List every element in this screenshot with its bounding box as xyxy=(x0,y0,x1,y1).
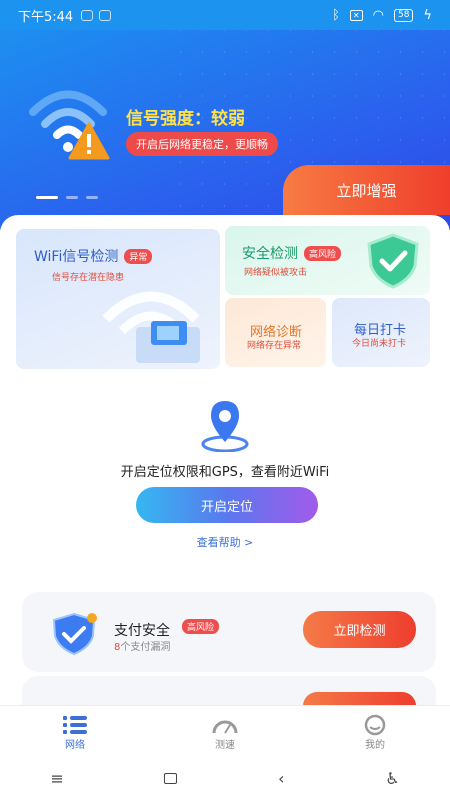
security-check-card[interactable]: 安全检测 高风险 网络疑似被攻击 xyxy=(225,226,430,295)
location-pin-icon xyxy=(201,401,249,452)
check-now-button[interactable]: 立即检测 xyxy=(303,611,416,648)
battery-icon: 58 xyxy=(393,8,414,22)
risk-badge: 高风险 xyxy=(182,619,220,634)
card-desc: 网络存在异常 xyxy=(247,341,302,351)
payment-shield-icon xyxy=(52,612,97,656)
tab-profile[interactable]: 我的 xyxy=(300,706,450,757)
profile-icon xyxy=(364,714,386,736)
back-icon[interactable]: ‹ xyxy=(278,769,284,788)
home-icon[interactable] xyxy=(164,773,178,784)
network-diagnosis-card[interactable]: 网络诊断 网络存在异常 xyxy=(225,298,326,367)
location-permission-text: 开启定位权限和GPS，查看附近WiFi xyxy=(120,465,330,480)
menu-icon[interactable]: ≡ xyxy=(50,769,63,788)
mute-icon: ✕ xyxy=(349,9,363,21)
boost-now-button[interactable]: 立即增强 xyxy=(283,165,450,215)
card-desc: 网络疑似被攻击 xyxy=(244,268,308,278)
tab-label: 测速 xyxy=(215,740,235,751)
carousel-dot xyxy=(86,196,98,199)
card-desc: 今日尚未打卡 xyxy=(352,339,407,349)
payment-vuln-count: 8个支付漏洞 xyxy=(114,638,170,653)
tab-label: 我的 xyxy=(365,740,385,751)
carousel-indicator xyxy=(36,196,98,199)
charging-icon: ϟ xyxy=(423,7,432,23)
card-title: 安全检测 xyxy=(242,246,298,262)
app-notification-icon xyxy=(99,9,112,21)
carousel-dot xyxy=(36,196,58,199)
carousel-dot xyxy=(66,196,78,199)
hero-subtitle-pill: 开启后网络更稳定，更顺畅 xyxy=(126,132,278,156)
help-link[interactable]: 查看帮助 > xyxy=(0,534,450,550)
wifi-router-illustration xyxy=(102,291,200,363)
wifi-warning-icon xyxy=(29,90,110,160)
wifi-signal-check-card[interactable]: WiFi信号检测 异常 信号存在潜在隐患 xyxy=(16,229,220,369)
bluetooth-icon: ᛒ xyxy=(332,7,340,23)
risk-badge: 高风险 xyxy=(304,245,342,261)
tab-label: 网络 xyxy=(65,740,85,751)
app-notification-icon xyxy=(81,9,94,21)
signal-strength-title: 信号强度：较弱 xyxy=(126,109,245,129)
speedometer-icon xyxy=(212,720,238,734)
enable-location-button[interactable]: 开启定位 xyxy=(136,487,318,523)
status-bar: 下午5:44 ᛒ ✕ ◠ 58 ϟ xyxy=(0,0,450,30)
status-badge: 异常 xyxy=(124,248,153,264)
card-title: WiFi信号检测 xyxy=(34,249,119,265)
status-time: 下午5:44 xyxy=(18,9,74,25)
daily-checkin-card[interactable]: 每日打卡 今日尚未打卡 xyxy=(332,298,430,367)
network-list-icon xyxy=(63,716,87,734)
accessibility-icon[interactable]: ♿ xyxy=(385,769,399,788)
bottom-tab-bar: 网络 测速 我的 xyxy=(0,705,450,757)
tab-speedtest[interactable]: 测速 xyxy=(150,706,300,757)
payment-security-title: 支付安全 xyxy=(114,623,170,639)
tab-network[interactable]: 网络 xyxy=(0,706,150,757)
wifi-status-icon: ◠ xyxy=(372,7,384,23)
system-navigation-bar: ≡ ‹ ♿ xyxy=(0,757,450,800)
shield-check-icon xyxy=(367,233,419,289)
vuln-text: 个支付漏洞 xyxy=(120,642,171,653)
